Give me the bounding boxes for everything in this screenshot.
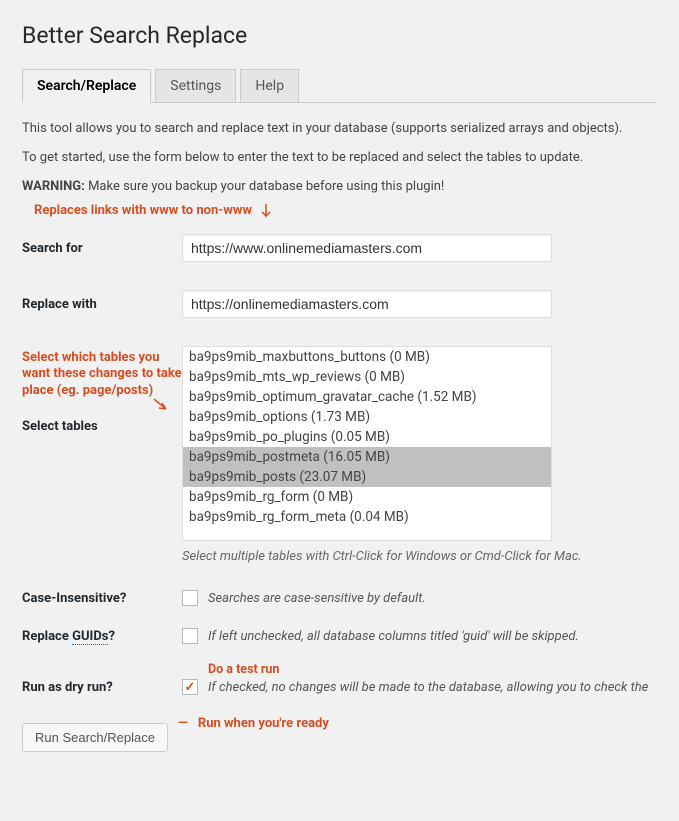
- tab-settings[interactable]: Settings: [155, 69, 236, 102]
- annotation-dash-icon: —: [178, 716, 188, 731]
- tables-help-text: Select multiple tables with Ctrl-Click f…: [182, 549, 657, 564]
- annotation-dry-run: Do a test run: [208, 662, 657, 677]
- case-insensitive-checkbox[interactable]: [182, 590, 198, 606]
- annotation-top: Replaces links with www to non-www: [34, 200, 657, 220]
- replace-with-label: Replace with: [22, 297, 182, 312]
- replace-guids-label: Replace GUIDs?: [22, 629, 182, 644]
- replace-with-input[interactable]: [182, 290, 552, 318]
- arrow-down-icon: [258, 200, 272, 220]
- search-for-input[interactable]: [182, 234, 552, 262]
- search-for-label: Search for: [22, 241, 182, 256]
- tab-bar: Search/Replace Settings Help: [22, 69, 657, 103]
- intro-line-1: This tool allows you to search and repla…: [22, 121, 657, 136]
- table-option[interactable]: ba9ps9mib_po_plugins (0.05 MB): [183, 427, 551, 447]
- select-tables-label: Select tables: [22, 419, 182, 434]
- intro-warning: WARNING: Make sure you backup your datab…: [22, 179, 657, 194]
- dry-run-label: Run as dry run?: [22, 662, 182, 695]
- annotation-run: Run when you're ready: [198, 716, 329, 731]
- page-title: Better Search Replace: [22, 22, 657, 49]
- dry-run-checkbox[interactable]: [182, 679, 198, 695]
- arrow-right-icon: [152, 397, 172, 411]
- table-option[interactable]: ba9ps9mib_mts_wp_reviews (0 MB): [183, 367, 551, 387]
- table-option[interactable]: ba9ps9mib_posts (23.07 MB): [183, 467, 551, 487]
- dry-run-help: If checked, no changes will be made to t…: [208, 680, 648, 695]
- table-option[interactable]: ba9ps9mib_optimum_gravatar_cache (1.52 M…: [183, 387, 551, 407]
- run-search-replace-button[interactable]: Run Search/Replace: [22, 723, 168, 752]
- guids-help-link[interactable]: GUIDs: [72, 629, 108, 645]
- table-option[interactable]: ba9ps9mib_options (1.73 MB): [183, 407, 551, 427]
- replace-guids-help: If left unchecked, all database columns …: [208, 629, 579, 644]
- intro-line-2: To get started, use the form below to en…: [22, 150, 657, 165]
- table-option[interactable]: ba9ps9mib_rg_form_meta (0.04 MB): [183, 507, 551, 527]
- case-insensitive-help: Searches are case-sensitive by default.: [208, 591, 426, 606]
- table-option[interactable]: ba9ps9mib_maxbuttons_buttons (0 MB): [183, 347, 551, 367]
- replace-guids-checkbox[interactable]: [182, 628, 198, 644]
- tables-listbox[interactable]: ba9ps9mib_maxbuttons_buttons (0 MB)ba9ps…: [182, 346, 552, 541]
- annotation-tables: Select which tables you want these chang…: [22, 350, 182, 399]
- tab-search-replace[interactable]: Search/Replace: [22, 69, 151, 103]
- case-insensitive-label: Case-Insensitive?: [22, 591, 182, 606]
- warning-text: Make sure you backup your database befor…: [85, 179, 444, 194]
- warning-label: WARNING:: [22, 179, 85, 194]
- table-option[interactable]: ba9ps9mib_postmeta (16.05 MB): [183, 447, 551, 467]
- tab-help[interactable]: Help: [240, 69, 299, 102]
- table-option[interactable]: ba9ps9mib_rg_form (0 MB): [183, 487, 551, 507]
